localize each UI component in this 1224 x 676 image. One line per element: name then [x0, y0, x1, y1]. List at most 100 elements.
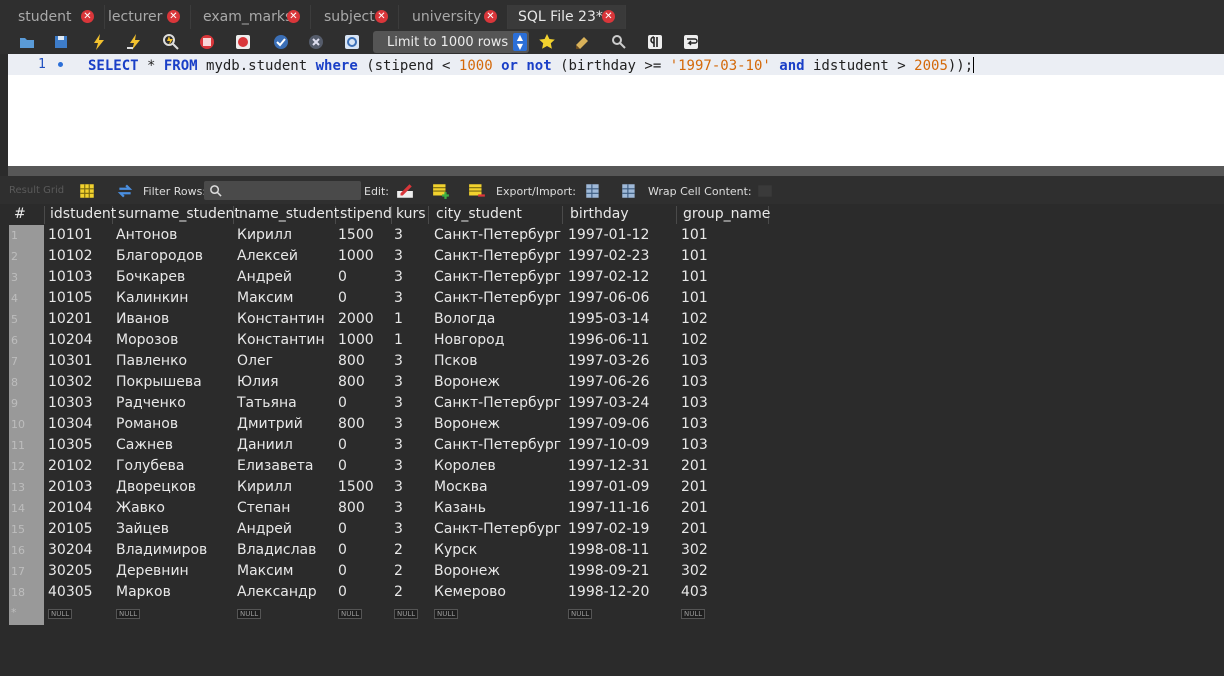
cell-birthday[interactable]: 1997-09-06 — [568, 416, 649, 432]
execute-current-icon[interactable] — [126, 33, 144, 51]
cell-surname_student[interactable]: Дворецков — [116, 479, 196, 495]
cell-group_name[interactable]: 201 — [681, 458, 708, 474]
cell-name_student[interactable]: Кирилл — [237, 479, 292, 495]
cell-group_name[interactable]: 101 — [681, 248, 708, 264]
result-grid[interactable]: # idstudent surname_student name_student sti… — [0, 204, 1224, 676]
cell-birthday[interactable]: 1998-09-21 — [568, 563, 649, 579]
cell-group_name[interactable]: 103 — [681, 395, 708, 411]
cell-kurs[interactable]: 3 — [394, 416, 403, 432]
cell-group_name[interactable]: 201 — [681, 479, 708, 495]
import-icon[interactable] — [620, 182, 636, 198]
cell-name_student[interactable]: Константин — [237, 311, 325, 327]
cell-stipend[interactable]: 0 — [338, 584, 347, 600]
sql-editor[interactable]: 1 SELECT * FROM mydb.student where (stip… — [8, 54, 1224, 166]
edit-row-icon[interactable] — [396, 182, 413, 198]
cell-birthday[interactable]: 1997-06-26 — [568, 374, 649, 390]
cell-city_student[interactable]: Санкт-Петербург — [434, 227, 561, 243]
explain-icon[interactable] — [162, 33, 180, 51]
cell-group_name[interactable]: 101 — [681, 269, 708, 285]
cell-kurs[interactable]: 3 — [394, 269, 403, 285]
column-header-kurs[interactable]: kurs — [396, 206, 426, 222]
cell-idstudent[interactable]: 10101 — [48, 227, 93, 243]
cell-city_student[interactable]: Королев — [434, 458, 496, 474]
cell-city_student[interactable]: Псков — [434, 353, 478, 369]
cell-surname_student[interactable]: Радченко — [116, 395, 186, 411]
cell-idstudent[interactable]: 30204 — [48, 542, 93, 558]
row-number[interactable]: 6 — [11, 334, 18, 347]
cell-surname_student[interactable]: Деревнин — [116, 563, 189, 579]
row-number[interactable]: 1 — [11, 229, 18, 242]
cell-group_name[interactable]: 201 — [681, 521, 708, 537]
cell-kurs[interactable]: 2 — [394, 542, 403, 558]
cell-surname_student[interactable]: Марков — [116, 584, 171, 600]
cell-city_student[interactable]: Вологда — [434, 311, 495, 327]
cell-surname_student[interactable]: Калинкин — [116, 290, 188, 306]
cell-idstudent[interactable]: 20105 — [48, 521, 93, 537]
cell-idstudent[interactable]: 20102 — [48, 458, 93, 474]
cell-birthday[interactable]: 1997-12-31 — [568, 458, 649, 474]
cell-name_student[interactable]: Андрей — [237, 269, 292, 285]
close-tab-icon[interactable]: ✕ — [602, 10, 615, 23]
cell-stipend[interactable]: 0 — [338, 437, 347, 453]
cell-birthday[interactable]: 1995-03-14 — [568, 311, 649, 327]
grid-view-icon[interactable] — [78, 182, 94, 198]
cell-group_name[interactable]: 103 — [681, 416, 708, 432]
cell-city_student[interactable]: Курск — [434, 542, 477, 558]
cell-idstudent[interactable]: 10201 — [48, 311, 93, 327]
row-number[interactable]: 5 — [11, 313, 18, 326]
execute-icon[interactable] — [90, 33, 108, 51]
wrap-cell-toggle-icon[interactable] — [756, 182, 772, 198]
cell-birthday[interactable]: 1997-02-23 — [568, 248, 649, 264]
cell-surname_student[interactable]: Сажнев — [116, 437, 173, 453]
row-number[interactable]: 9 — [11, 397, 18, 410]
cell-surname_student[interactable]: Романов — [116, 416, 178, 432]
row-number[interactable]: 16 — [11, 544, 25, 557]
cell-surname_student[interactable]: Благородов — [116, 248, 203, 264]
cell-city_student[interactable]: Санкт-Петербург — [434, 521, 561, 537]
cell-group_name[interactable]: 103 — [681, 437, 708, 453]
row-number[interactable]: 11 — [11, 439, 25, 452]
tab-2[interactable]: exam_marks ✕ — [193, 5, 311, 29]
cell-kurs[interactable]: 3 — [394, 521, 403, 537]
cell-idstudent[interactable]: 10301 — [48, 353, 93, 369]
cell-name_student[interactable]: Олег — [237, 353, 273, 369]
cell-name_student[interactable]: Кирилл — [237, 227, 292, 243]
cell-stipend[interactable]: 0 — [338, 269, 347, 285]
column-header-city_student[interactable]: city_student — [436, 206, 522, 222]
cell-surname_student[interactable]: Зайцев — [116, 521, 169, 537]
cell-birthday[interactable]: 1997-11-16 — [568, 500, 649, 516]
cell-city_student[interactable]: Санкт-Петербург — [434, 395, 561, 411]
null-badge[interactable]: NULL — [434, 609, 459, 619]
cell-surname_student[interactable]: Бочкарев — [116, 269, 185, 285]
commit-icon[interactable] — [272, 33, 290, 51]
cell-name_student[interactable]: Алексей — [237, 248, 298, 264]
cell-kurs[interactable]: 2 — [394, 584, 403, 600]
column-header-stipend[interactable]: stipend — [340, 206, 392, 222]
row-number[interactable]: 14 — [11, 502, 25, 515]
tab-0[interactable]: student ✕ — [8, 5, 105, 29]
cell-stipend[interactable]: 1000 — [338, 248, 374, 264]
column-header-group_name[interactable]: group_name — [683, 206, 770, 222]
cell-kurs[interactable]: 3 — [394, 500, 403, 516]
null-badge[interactable]: NULL — [681, 609, 706, 619]
cell-idstudent[interactable]: 10303 — [48, 395, 93, 411]
wrap-icon[interactable] — [682, 33, 700, 51]
row-number[interactable]: 3 — [11, 271, 18, 284]
cell-birthday[interactable]: 1997-03-24 — [568, 395, 649, 411]
cell-group_name[interactable]: 102 — [681, 311, 708, 327]
cell-name_student[interactable]: Константин — [237, 332, 325, 348]
tab-4[interactable]: university ✕ — [402, 5, 508, 29]
close-tab-icon[interactable]: ✕ — [484, 10, 497, 23]
cell-group_name[interactable]: 403 — [681, 584, 708, 600]
cell-name_student[interactable]: Александр — [237, 584, 317, 600]
cell-stipend[interactable]: 800 — [338, 500, 365, 516]
null-badge[interactable]: NULL — [48, 609, 73, 619]
column-separator[interactable] — [44, 206, 45, 224]
cell-city_student[interactable]: Новгород — [434, 332, 504, 348]
cell-stipend[interactable]: 1500 — [338, 479, 374, 495]
find-icon[interactable] — [610, 33, 628, 51]
cell-group_name[interactable]: 102 — [681, 332, 708, 348]
cell-kurs[interactable]: 3 — [394, 353, 403, 369]
row-number[interactable]: 13 — [11, 481, 25, 494]
insert-row-icon[interactable] — [432, 182, 449, 199]
